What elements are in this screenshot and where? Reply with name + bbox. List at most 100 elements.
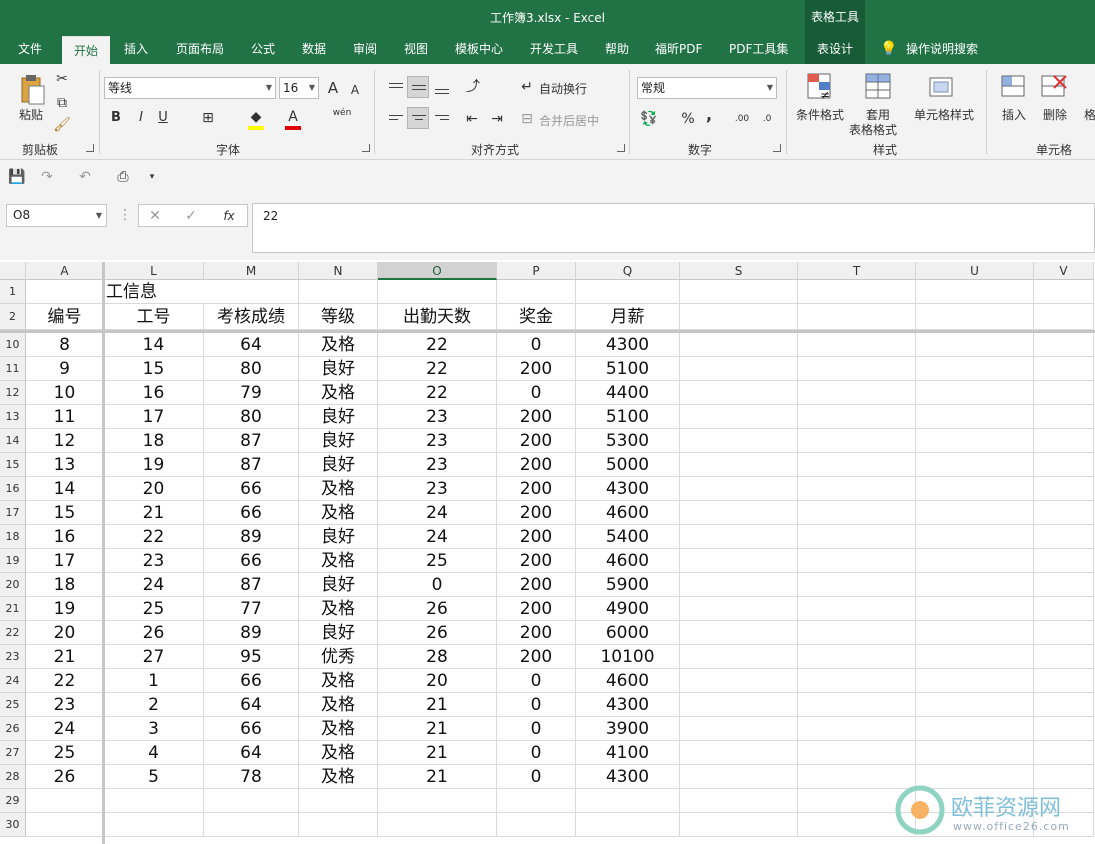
cell[interactable] [798,669,916,693]
cell[interactable] [680,621,798,645]
align-middle-button[interactable] [407,76,429,98]
data-cell[interactable]: 80 [204,405,299,429]
row-header[interactable]: 12 [0,381,26,405]
row-header[interactable]: 29 [0,789,26,813]
undo-icon[interactable]: ↶ [76,168,94,186]
data-cell[interactable]: 及格 [299,477,378,501]
data-cell[interactable]: 0 [497,765,576,789]
tab-6[interactable]: 审阅 [353,34,377,64]
cell[interactable] [576,813,680,837]
cell[interactable] [1034,621,1094,645]
cell[interactable] [1034,453,1094,477]
data-cell[interactable]: 5400 [576,525,680,549]
cell[interactable] [798,381,916,405]
cell[interactable] [798,304,916,330]
data-cell[interactable]: 28 [378,645,497,669]
data-cell[interactable]: 23 [26,693,104,717]
column-header-P[interactable]: P [497,262,576,280]
paste-button[interactable]: 粘贴 [16,106,46,123]
data-cell[interactable]: 10100 [576,645,680,669]
data-cell[interactable]: 4300 [576,765,680,789]
cell[interactable] [916,477,1034,501]
cell[interactable] [916,501,1034,525]
data-cell[interactable]: 良好 [299,357,378,381]
data-cell[interactable]: 5900 [576,573,680,597]
row-header[interactable]: 25 [0,693,26,717]
cell[interactable] [26,813,104,837]
select-all-corner[interactable] [0,262,26,280]
conditional-format-button[interactable]: 条件格式 [796,106,844,123]
data-cell[interactable]: 66 [204,669,299,693]
formula-input[interactable]: 22 [252,203,1095,253]
data-cell[interactable]: 18 [104,429,204,453]
insert-cells-button[interactable]: 插入 [1002,106,1026,123]
decrease-decimal-icon[interactable]: .0 [758,110,776,128]
data-cell[interactable]: 良好 [299,405,378,429]
data-cell[interactable]: 66 [204,549,299,573]
data-cell[interactable]: 5000 [576,453,680,477]
cell[interactable] [916,573,1034,597]
data-cell[interactable]: 20 [378,669,497,693]
data-cell[interactable]: 14 [104,333,204,357]
cell[interactable] [916,693,1034,717]
cell[interactable] [916,669,1034,693]
data-cell[interactable]: 24 [378,501,497,525]
font-launcher-icon[interactable] [362,144,370,152]
cell[interactable] [680,381,798,405]
data-cell[interactable]: 200 [497,405,576,429]
column-title-cell[interactable]: 月薪 [576,304,680,330]
data-cell[interactable]: 及格 [299,501,378,525]
row-header[interactable]: 21 [0,597,26,621]
data-cell[interactable]: 21 [378,765,497,789]
data-cell[interactable]: 22 [378,333,497,357]
data-cell[interactable]: 200 [497,573,576,597]
column-header-N[interactable]: N [299,262,378,280]
cell[interactable] [1034,669,1094,693]
cell[interactable] [1034,693,1094,717]
align-top-button[interactable] [384,76,406,98]
data-cell[interactable]: 17 [104,405,204,429]
tab-13[interactable]: 表设计 [805,34,866,64]
format-cells-button[interactable]: 格 [1084,106,1095,123]
column-title-cell[interactable]: 等级 [299,304,378,330]
cell[interactable] [497,789,576,813]
data-cell[interactable]: 16 [104,381,204,405]
cell[interactable] [798,573,916,597]
cell[interactable] [916,453,1034,477]
row-header[interactable]: 19 [0,549,26,573]
cell[interactable] [1034,429,1094,453]
cell[interactable] [378,280,497,304]
font-name-select[interactable]: 等线 ▼ [104,77,276,99]
data-cell[interactable]: 200 [497,501,576,525]
cell[interactable] [798,280,916,304]
delete-cells-icon[interactable] [1040,72,1068,102]
row-header[interactable]: 11 [0,357,26,381]
data-cell[interactable]: 27 [104,645,204,669]
cell[interactable] [378,813,497,837]
row-header[interactable]: 1 [0,280,26,304]
cell[interactable] [1034,525,1094,549]
data-cell[interactable]: 4300 [576,693,680,717]
data-cell[interactable]: 9 [26,357,104,381]
cell[interactable] [1034,597,1094,621]
data-cell[interactable]: 0 [497,741,576,765]
cell[interactable] [299,813,378,837]
cell[interactable] [1034,357,1094,381]
column-header-U[interactable]: U [916,262,1034,280]
data-cell[interactable]: 4300 [576,477,680,501]
confirm-entry-icon[interactable]: ✓ [183,207,199,225]
cell[interactable] [916,280,1034,304]
tab-4[interactable]: 公式 [251,34,275,64]
row-header[interactable]: 2 [0,304,26,330]
data-cell[interactable]: 78 [204,765,299,789]
data-cell[interactable]: 200 [497,357,576,381]
cell[interactable] [680,453,798,477]
data-cell[interactable]: 22 [378,357,497,381]
cell[interactable] [680,549,798,573]
data-cell[interactable]: 良好 [299,453,378,477]
row-header[interactable]: 15 [0,453,26,477]
tab-0[interactable]: 文件 [18,34,42,64]
cut-icon[interactable]: ✂ [52,70,72,88]
redo-icon[interactable]: ↷ [38,168,56,186]
data-cell[interactable]: 24 [104,573,204,597]
